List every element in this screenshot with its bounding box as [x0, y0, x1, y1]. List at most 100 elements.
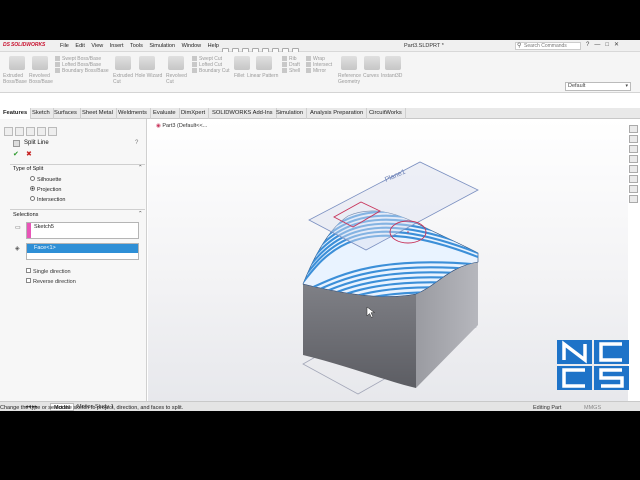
- instant3d-icon[interactable]: [385, 56, 401, 70]
- command-manager-ribbon: Extruded Boss/Base Revolved Boss/Base Swep…: [0, 52, 640, 93]
- appearances-icon[interactable]: [629, 175, 638, 183]
- swept-lofted-boundary-boss-group[interactable]: Swept Boss/Base Lofted Boss/Base Boundar…: [55, 56, 109, 74]
- radio-projection[interactable]: Projection: [30, 186, 62, 193]
- shell-button[interactable]: Shell: [282, 68, 300, 74]
- resources-icon[interactable]: [629, 135, 638, 143]
- minimize-icon[interactable]: —: [594, 42, 600, 48]
- shell-icon: [282, 68, 287, 74]
- hole-wizard-button[interactable]: Hole Wizard: [135, 73, 162, 79]
- menu-bar: File Edit View Insert Tools Simulation W…: [60, 43, 224, 49]
- menu-tools[interactable]: Tools: [130, 43, 143, 49]
- radio-label: Projection: [37, 187, 62, 193]
- tab-sheet-metal[interactable]: Sheet Metal: [79, 108, 117, 119]
- face-selection-box[interactable]: Face<1>: [26, 243, 139, 260]
- wrap-intersect-mirror-group[interactable]: Wrap Intersect Mirror: [306, 56, 332, 74]
- curves-icon[interactable]: [364, 56, 380, 70]
- mirror-button[interactable]: Mirror: [306, 68, 332, 74]
- help-icon[interactable]: ?: [586, 42, 589, 48]
- forum-icon[interactable]: [629, 195, 638, 203]
- front-face[interactable]: [303, 284, 416, 388]
- single-direction-checkbox[interactable]: Single direction: [26, 268, 71, 275]
- custom-properties-icon[interactable]: [629, 185, 638, 193]
- solidworks-logo[interactable]: DSSOLIDWORKS: [3, 42, 45, 48]
- menu-window[interactable]: Window: [182, 43, 202, 49]
- cancel-button[interactable]: ✖: [26, 150, 32, 158]
- dimxpert-manager-icon[interactable]: [37, 127, 46, 136]
- menu-view[interactable]: View: [91, 43, 103, 49]
- search-commands-input[interactable]: ⚲ Search Commands: [515, 42, 581, 50]
- ok-button[interactable]: ✔: [13, 150, 19, 158]
- ribbon-label: Mirror: [313, 68, 327, 74]
- home-icon[interactable]: [629, 125, 638, 133]
- face-item[interactable]: Face<1>: [27, 244, 138, 253]
- manager-tabs: [4, 123, 59, 141]
- instant3d-button[interactable]: Instant3D: [381, 73, 402, 79]
- ribbon-label: Geometry: [338, 79, 360, 85]
- sketch-item[interactable]: Sketch5: [27, 223, 138, 232]
- close-icon[interactable]: ✕: [614, 42, 619, 48]
- reference-geometry-icon[interactable]: [341, 56, 357, 70]
- tab-evaluate[interactable]: Evaluate: [150, 108, 180, 119]
- tab-analysis-preparation[interactable]: Analysis Preparation: [307, 108, 368, 119]
- extruded-cut-button[interactable]: Extruded Cut: [113, 73, 133, 85]
- status-message: Change the type or select the sketch to …: [0, 405, 184, 411]
- menu-file[interactable]: File: [60, 43, 69, 49]
- tab-solidworks-addins[interactable]: SOLIDWORKS Add-Ins: [209, 108, 277, 119]
- boundary-boss-button[interactable]: Boundary Boss/Base: [55, 68, 109, 74]
- boundary-cut-icon: [192, 68, 197, 74]
- extruded-boss-icon[interactable]: [9, 56, 25, 70]
- rib-draft-shell-group[interactable]: Rib Draft Shell: [282, 56, 300, 74]
- view-palette-icon[interactable]: [629, 165, 638, 173]
- type-of-split-header[interactable]: Type of Split: [13, 166, 43, 172]
- selections-header[interactable]: Selections: [13, 212, 38, 218]
- revolved-boss-icon[interactable]: [32, 56, 48, 70]
- extruded-boss-button[interactable]: Extruded Boss/Base: [3, 73, 27, 85]
- configuration-dropdown[interactable]: Default ▾: [565, 82, 631, 91]
- fillet-icon[interactable]: [234, 56, 250, 70]
- display-manager-icon[interactable]: [48, 127, 57, 136]
- graphics-area[interactable]: ◉ Part3 (Default<<... Plane1: [148, 119, 628, 401]
- collapse-caret-icon[interactable]: ⌃: [138, 165, 143, 171]
- tab-weldments[interactable]: Weldments: [115, 108, 151, 119]
- mirror-icon: [306, 68, 311, 74]
- boundary-cut-button[interactable]: Boundary Cut: [192, 68, 230, 74]
- tab-surfaces[interactable]: Surfaces: [51, 108, 81, 119]
- menu-simulation[interactable]: Simulation: [149, 43, 175, 49]
- maximize-icon[interactable]: □: [605, 42, 609, 48]
- property-manager-icon[interactable]: [15, 127, 24, 136]
- lofted-boss-icon: [55, 62, 60, 68]
- status-mode: Editing Part: [533, 405, 562, 411]
- tab-features[interactable]: Features: [0, 108, 32, 119]
- radio-silhouette[interactable]: Silhouette: [30, 176, 61, 183]
- collapse-caret-icon[interactable]: ⌃: [138, 211, 143, 217]
- revolved-cut-button[interactable]: Revolved Cut: [166, 73, 187, 85]
- curves-button[interactable]: Curves: [363, 73, 379, 79]
- feature-tree-icon[interactable]: [4, 127, 13, 136]
- reference-geometry-button[interactable]: Reference Geometry: [338, 73, 361, 85]
- menu-help[interactable]: Help: [208, 43, 219, 49]
- sketch-selection-box[interactable]: Sketch5: [26, 222, 139, 239]
- lofted-cut-icon: [192, 62, 197, 68]
- status-units[interactable]: MMGS: [584, 405, 601, 411]
- extruded-cut-icon[interactable]: [115, 56, 131, 70]
- hole-wizard-icon[interactable]: [139, 56, 155, 70]
- revolved-cut-icon[interactable]: [168, 56, 184, 70]
- tab-circuitworks[interactable]: CircuitWorks: [366, 108, 406, 119]
- menu-edit[interactable]: Edit: [75, 43, 84, 49]
- configuration-manager-icon[interactable]: [26, 127, 35, 136]
- revolved-boss-button[interactable]: Revolved Boss/Base: [29, 73, 53, 85]
- radio-intersection[interactable]: Intersection: [30, 196, 65, 203]
- reverse-direction-checkbox[interactable]: Reverse direction: [26, 278, 76, 285]
- linear-pattern-icon[interactable]: [256, 56, 272, 70]
- tab-simulation[interactable]: Simulation: [273, 108, 308, 119]
- fillet-button[interactable]: Fillet: [234, 73, 245, 79]
- pm-help-icon[interactable]: ?: [135, 140, 138, 146]
- file-explorer-icon[interactable]: [629, 155, 638, 163]
- swept-lofted-boundary-cut-group[interactable]: Swept Cut Lofted Cut Boundary Cut: [192, 56, 230, 74]
- menu-insert[interactable]: Insert: [110, 43, 124, 49]
- design-library-icon[interactable]: [629, 145, 638, 153]
- tab-dimxpert[interactable]: DimXpert: [178, 108, 210, 119]
- linear-pattern-button[interactable]: Linear Pattern: [247, 73, 278, 79]
- document-title: Part3.SLDPRT *: [404, 43, 444, 49]
- title-bar: DSSOLIDWORKS File Edit View Insert Tools…: [0, 40, 640, 55]
